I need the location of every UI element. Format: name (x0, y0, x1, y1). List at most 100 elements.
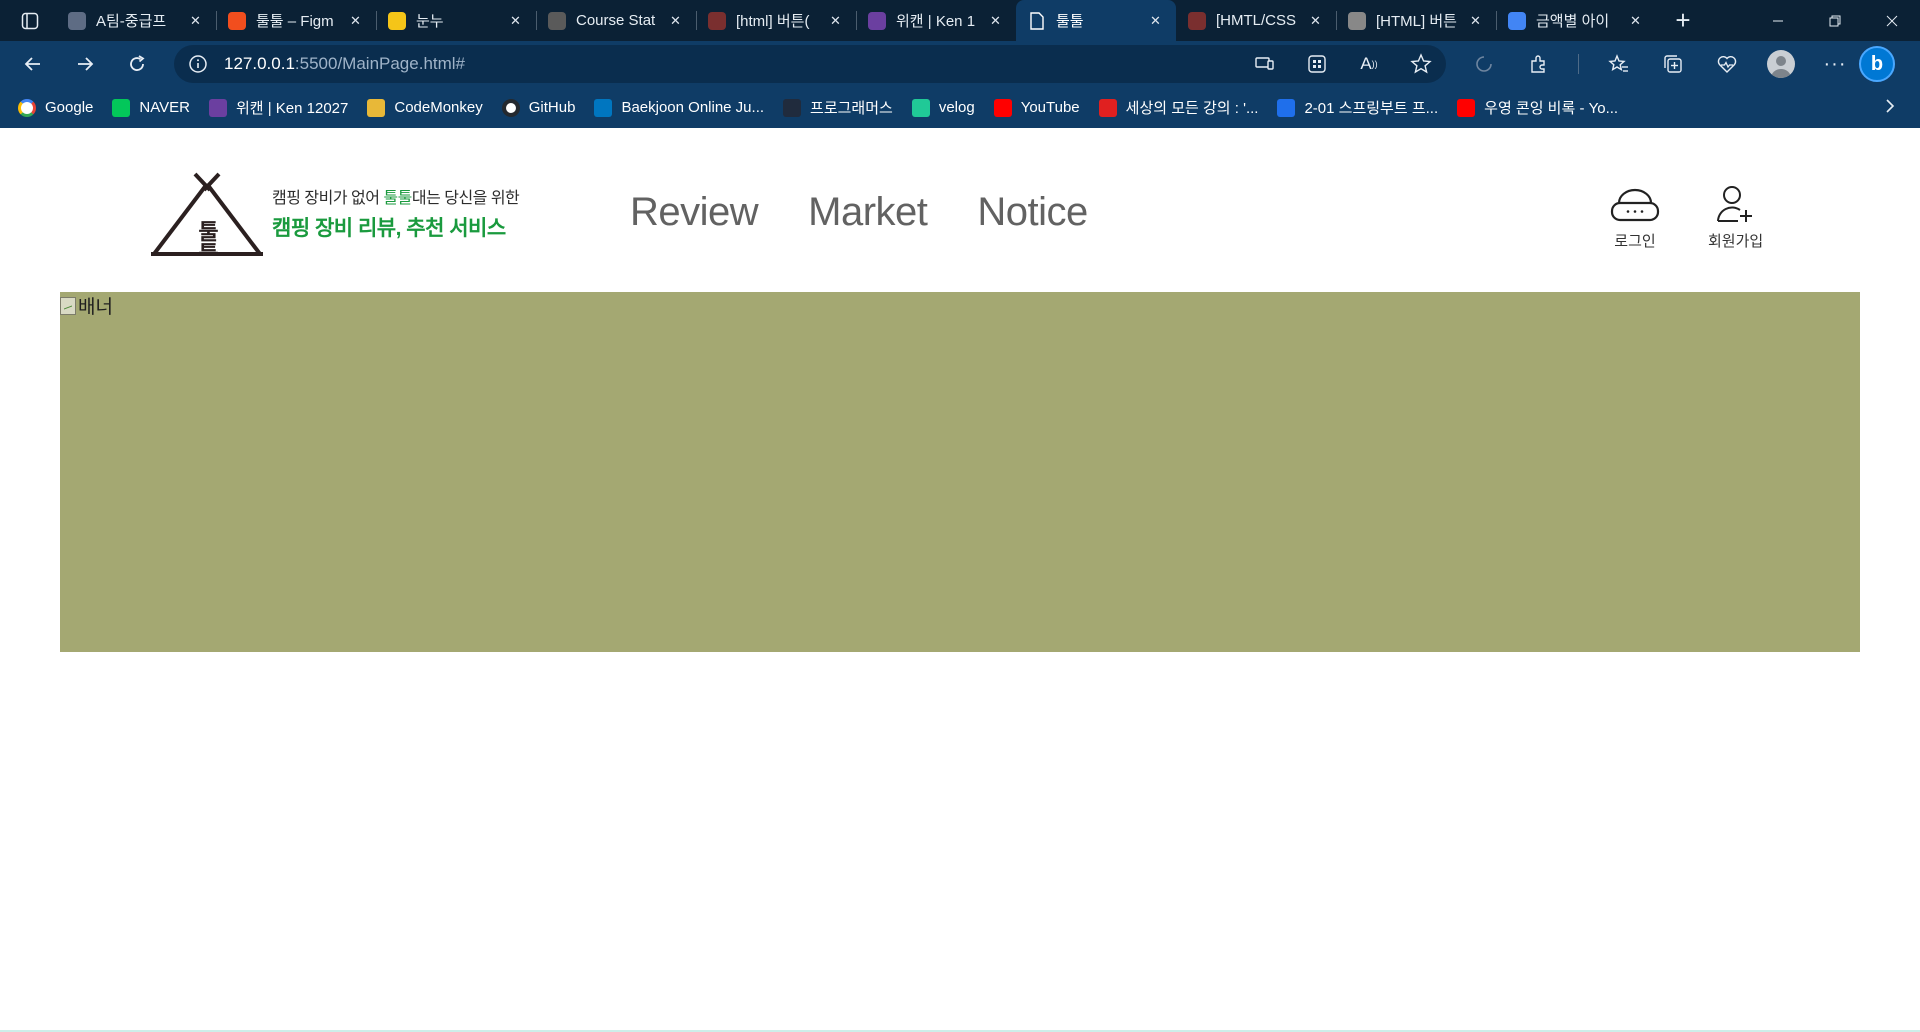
restore-button[interactable] (1806, 0, 1863, 41)
bookmark-item[interactable]: 세상의 모든 강의 : '... (1098, 97, 1259, 118)
bookmark-item[interactable]: velog (911, 98, 975, 117)
device-icon[interactable] (1254, 53, 1276, 75)
logo-subtitle: 캠핑 장비 리뷰, 추천 서비스 (272, 217, 506, 240)
forward-button[interactable] (62, 44, 108, 84)
bookmark-item[interactable]: 2-01 스프링부트 프... (1277, 97, 1438, 118)
url-text[interactable]: 127.0.0.1:5500/MainPage.html# (224, 54, 465, 74)
bookmark-item[interactable]: CodeMonkey (367, 98, 483, 117)
banana-icon (367, 98, 386, 117)
close-tab-icon[interactable]: ✕ (187, 12, 204, 30)
browser-tab[interactable]: [HTML] 버튼 ✕ (1336, 0, 1496, 41)
youtube-icon (1457, 98, 1476, 117)
signup-button[interactable]: 회원가입 (1708, 184, 1763, 251)
browser-tab[interactable]: 툴툴 ✕ (1016, 0, 1176, 41)
bookmark-label: 2-01 스프링부트 프... (1304, 100, 1439, 117)
bookmark-item[interactable]: YouTube (993, 98, 1080, 117)
nav-review-link[interactable]: Review (630, 190, 759, 235)
bookmark-item[interactable]: GitHub (501, 98, 575, 117)
read-aloud-icon[interactable]: A)) (1358, 53, 1380, 75)
apps-icon[interactable] (1306, 53, 1328, 75)
close-tab-icon[interactable]: ✕ (667, 12, 684, 30)
bookmark-item[interactable]: Google (18, 98, 94, 117)
tab-actions-button[interactable] (10, 0, 50, 41)
ellipsis-icon: ··· (1823, 52, 1847, 75)
collections-icon[interactable] (1659, 50, 1687, 78)
extensions-icon[interactable] (1524, 50, 1552, 78)
chick-icon (388, 11, 406, 30)
browser-tab[interactable]: Course Stat ✕ (536, 0, 696, 41)
arrow-right-icon (78, 57, 94, 71)
close-tab-icon[interactable]: ✕ (987, 12, 1004, 30)
add-user-icon (1716, 186, 1752, 222)
tent-logo-icon: 툴툴 (151, 172, 263, 256)
bookmarks-more-button[interactable] (1884, 96, 1896, 119)
nav-market-link[interactable]: Market (808, 190, 928, 235)
bookmark-label: Google (45, 99, 94, 116)
back-button[interactable] (10, 44, 56, 84)
browser-tab[interactable]: [html] 버튼(✕ (696, 0, 856, 41)
k-icon (868, 11, 886, 30)
favorites-icon[interactable] (1605, 50, 1633, 78)
close-tab-icon[interactable]: ✕ (507, 12, 524, 30)
tab-title: 금액별 아이 (1536, 13, 1610, 30)
github-icon (501, 98, 520, 117)
loading-icon (1470, 50, 1498, 78)
profile-avatar[interactable] (1767, 50, 1795, 78)
naver-icon (112, 98, 131, 117)
close-tab-icon[interactable]: ✕ (1467, 12, 1484, 30)
play-icon (1098, 98, 1117, 117)
site-header: 툴툴 캠핑 장비가 없어 툴툴대는 당신을 위한 캠핑 장비 리뷰, 추천 서비… (0, 128, 1920, 291)
url-path: :5500/MainPage.html# (294, 54, 466, 73)
w-icon (1277, 98, 1296, 117)
document-icon (1028, 11, 1046, 30)
browser-tab[interactable]: A팀-중급프 ✕ (56, 0, 216, 41)
minimize-icon (1772, 20, 1783, 21)
login-button[interactable]: 로그인 (1610, 184, 1660, 251)
address-bar-actions: A)) (1254, 53, 1432, 75)
bookmark-item[interactable]: 우영 콘잉 비록 - Yo... (1457, 97, 1618, 118)
new-tab-button[interactable]: + (1662, 0, 1704, 41)
logo-text: 캠핑 장비가 없어 툴툴대는 당신을 위한 캠핑 장비 리뷰, 추천 서비스 (272, 184, 520, 242)
close-window-button[interactable] (1863, 0, 1920, 41)
bookmark-item[interactable]: Baekjoon Online Ju... (594, 98, 765, 117)
bookmark-item[interactable]: NAVER (112, 98, 190, 117)
google-icon (18, 98, 36, 117)
favorite-star-icon[interactable] (1410, 53, 1432, 75)
browser-tab[interactable]: [HMTL/CSS ✕ (1176, 0, 1336, 41)
bookmark-label: Baekjoon Online Ju... (621, 99, 765, 116)
bookmark-item[interactable]: 프로그래머스 (783, 97, 893, 118)
browser-tab[interactable]: 위캔 | Ken 1 ✕ (856, 0, 1016, 41)
bing-copilot-button[interactable]: b (1859, 46, 1895, 82)
youtube-icon (993, 98, 1012, 117)
browser-tab[interactable]: 눈누 ✕ (376, 0, 536, 41)
close-tab-icon[interactable]: ✕ (1147, 12, 1164, 30)
browser-tab[interactable]: 툴툴 – Figm ✕ (216, 0, 376, 41)
address-bar[interactable]: 127.0.0.1:5500/MainPage.html# A)) (174, 45, 1446, 83)
browser-toolbar: 127.0.0.1:5500/MainPage.html# A)) ··· b (0, 41, 1920, 87)
more-options-button[interactable]: ··· (1821, 50, 1849, 78)
tab-title: A팀-중급프 (96, 13, 167, 30)
tab-title: [HMTL/CSS (1216, 12, 1297, 29)
health-heart-icon[interactable] (1713, 50, 1741, 78)
window-controls (1749, 0, 1920, 41)
tistory-icon (1188, 11, 1206, 30)
browser-tab[interactable]: 금액별 아이 ✕ (1496, 0, 1656, 41)
nav-notice-link[interactable]: Notice (977, 190, 1088, 235)
site-logo[interactable]: 툴툴 캠핑 장비가 없어 툴툴대는 당신을 위한 캠핑 장비 리뷰, 추천 서비… (150, 170, 520, 256)
bookmark-label: NAVER (139, 99, 190, 116)
bookmark-label: 세상의 모든 강의 : '... (1125, 100, 1259, 117)
chevron-right-icon (1886, 99, 1895, 113)
avatar-icon (1348, 11, 1366, 30)
arrow-left-icon (24, 57, 40, 71)
signup-label: 회원가입 (1708, 233, 1764, 250)
minimize-button[interactable] (1749, 0, 1806, 41)
close-tab-icon[interactable]: ✕ (1627, 12, 1644, 30)
close-tab-icon[interactable]: ✕ (347, 12, 364, 30)
info-icon[interactable] (188, 54, 208, 74)
close-tab-icon[interactable]: ✕ (827, 12, 844, 30)
bookmark-item[interactable]: 위캔 | Ken 12027 (208, 97, 348, 118)
bookmark-label: 우영 콘잉 비록 - Yo... (1484, 100, 1619, 117)
close-tab-icon[interactable]: ✕ (1307, 12, 1324, 30)
bing-icon: b (1870, 52, 1884, 75)
refresh-button[interactable] (114, 44, 160, 84)
